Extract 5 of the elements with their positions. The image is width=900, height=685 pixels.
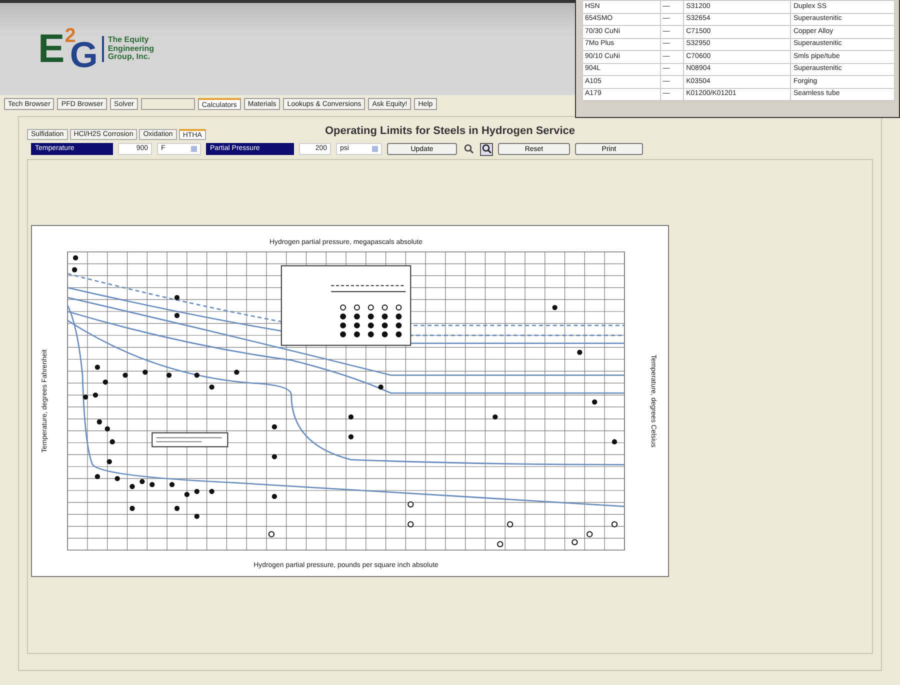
company-name: The Equity Engineering Group, Inc. [102, 36, 164, 62]
logo-letter: E [38, 29, 65, 69]
zoom-icon[interactable] [480, 142, 493, 156]
page-title: Operating Limits for Steels in Hydrogen Service [324, 124, 575, 139]
zoom-in-icon[interactable] [462, 142, 475, 156]
